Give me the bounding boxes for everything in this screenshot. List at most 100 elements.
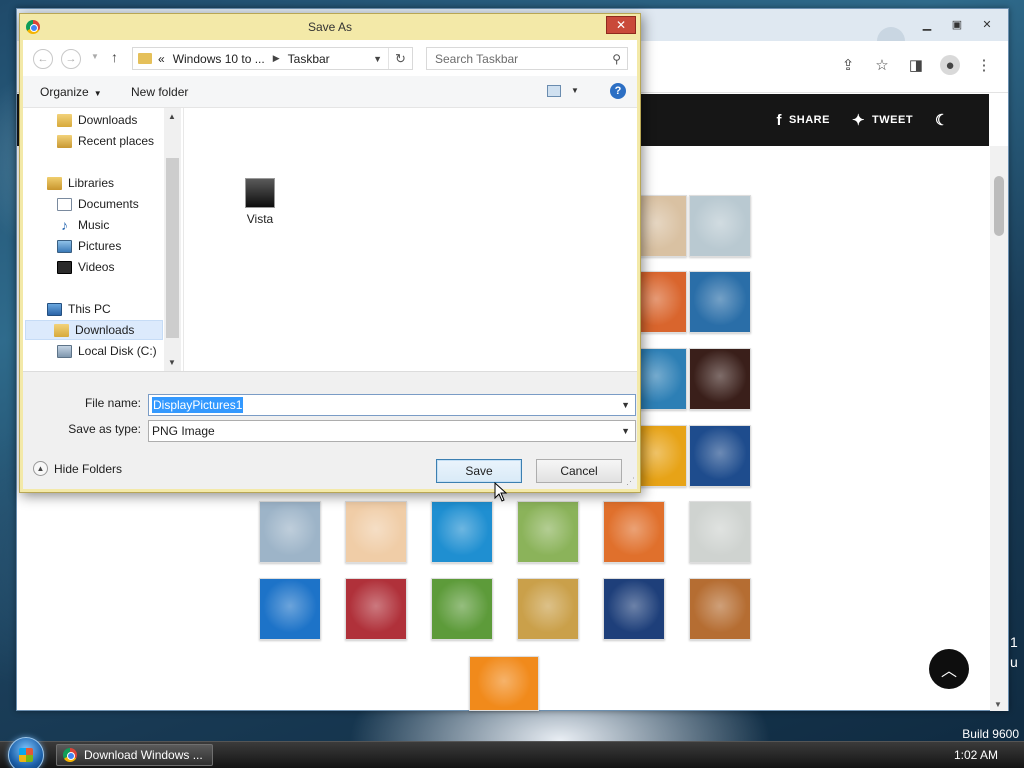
close-button[interactable]: ✕ <box>974 15 1000 33</box>
help-icon[interactable]: ? <box>610 83 626 99</box>
file-name-field[interactable]: DisplayPictures1 ▼ <box>148 394 636 416</box>
thumb-fish[interactable] <box>689 425 751 487</box>
back-to-top-button[interactable]: ︿ <box>929 649 969 689</box>
thumb-spiral[interactable] <box>517 578 579 640</box>
nav-item-this-pc[interactable]: This PC <box>43 299 111 319</box>
nav-item-downloads[interactable]: Downloads <box>53 110 137 130</box>
pc-icon <box>47 302 62 316</box>
bookmark-star-icon[interactable]: ☆ <box>872 55 892 75</box>
file-item-vista[interactable]: Vista <box>230 178 290 226</box>
file-name-label: File name: <box>84 396 141 410</box>
hide-folders-toggle[interactable]: ▲ Hide Folders <box>33 461 122 476</box>
thumb-daisy[interactable] <box>469 656 539 711</box>
thumb-balloon[interactable] <box>259 501 321 563</box>
menu-dots-icon[interactable]: ⋮ <box>974 55 994 75</box>
browser-window-controls: ▁ ▣ ✕ <box>914 15 1000 33</box>
view-dropdown-icon[interactable]: ▼ <box>571 86 579 95</box>
share-icon[interactable]: ⇪ <box>838 55 858 75</box>
minimize-button[interactable]: ▁ <box>914 15 940 33</box>
start-button[interactable] <box>8 737 44 768</box>
tweet-link-label: TWEET <box>872 114 914 126</box>
nav-item-libraries[interactable]: Libraries <box>43 173 114 193</box>
side-panel-icon[interactable]: ◨ <box>906 55 926 75</box>
search-input[interactable]: Search Taskbar <box>435 52 518 66</box>
share-link[interactable]: f SHARE <box>776 112 830 129</box>
forward-button[interactable]: → <box>61 49 81 69</box>
nav-item-documents[interactable]: Documents <box>53 194 139 214</box>
thumb-window[interactable] <box>259 578 321 640</box>
address-bar[interactable]: « Windows 10 to ... ▶ Taskbar ▼ ↻ <box>132 47 413 70</box>
file-name-value[interactable]: DisplayPictures1 <box>152 397 244 413</box>
thumb-lighthouse[interactable] <box>603 578 665 640</box>
page-scrollbar[interactable]: ▼ <box>990 146 1008 711</box>
nav-item-label: Music <box>78 218 110 232</box>
breadcrumb-segment-1[interactable]: Windows 10 to ... <box>173 52 265 66</box>
resize-grip-icon[interactable]: ⋰ <box>626 476 635 487</box>
nav-item-label: Local Disk (C:) <box>78 344 157 358</box>
thumb-suitcase[interactable] <box>689 578 751 640</box>
scroll-up-arrow-icon[interactable]: ▲ <box>168 112 176 121</box>
thumb-gyroscope[interactable] <box>689 195 751 257</box>
chrome-icon <box>26 20 40 34</box>
navigation-pane: Downloads Recent places Libraries Documents… <box>23 108 183 371</box>
folder-dl-icon <box>54 323 69 337</box>
cancel-button[interactable]: Cancel <box>536 459 622 483</box>
save-type-label: Save as type: <box>68 422 141 436</box>
thumb-butterfly[interactable] <box>431 578 493 640</box>
dialog-titlebar[interactable]: Save As ✕ <box>20 14 640 40</box>
breadcrumb-overflow[interactable]: « <box>158 52 165 66</box>
build-watermark: Build 9600 <box>962 727 1019 741</box>
dialog-body: ← → ▼ ↑ « Windows 10 to ... ▶ Taskbar ▼ … <box>23 40 637 489</box>
organize-menu[interactable]: Organize ▼ <box>40 85 102 99</box>
file-list: Vista <box>183 108 637 371</box>
lib-icon <box>47 176 62 190</box>
folder-dl-icon <box>57 113 72 127</box>
save-button[interactable]: Save <box>436 459 522 483</box>
thumb-rug[interactable] <box>345 578 407 640</box>
thumb-doll[interactable] <box>345 501 407 563</box>
refresh-icon[interactable]: ↻ <box>388 48 412 69</box>
taskbar-chrome-button[interactable]: Download Windows ... <box>56 744 213 766</box>
breadcrumb-segment-2[interactable]: Taskbar <box>288 52 330 66</box>
nav-item-downloads[interactable]: Downloads <box>25 320 163 340</box>
new-folder-button[interactable]: New folder <box>131 85 188 99</box>
thumb-crane[interactable] <box>689 348 751 410</box>
address-dropdown-icon[interactable]: ▼ <box>373 54 382 64</box>
hide-folders-label: Hide Folders <box>54 461 123 476</box>
save-type-select[interactable]: PNG Image ▼ <box>148 420 636 442</box>
recent-icon <box>57 134 72 148</box>
chevron-right-icon[interactable]: ▶ <box>273 53 280 64</box>
change-view-icon[interactable] <box>547 85 561 97</box>
nav-item-music[interactable]: ♪ Music <box>53 215 109 235</box>
nav-item-pictures[interactable]: Pictures <box>53 236 121 256</box>
file-name-dropdown-icon[interactable]: ▼ <box>621 400 630 410</box>
up-arrow-icon[interactable]: ↑ <box>111 49 118 65</box>
thumb-stripes[interactable] <box>603 501 665 563</box>
maximize-button[interactable]: ▣ <box>944 15 970 33</box>
tweet-link[interactable]: ✦ TWEET <box>852 111 913 129</box>
nav-item-local-disk-c[interactable]: Local Disk (C:) <box>53 341 157 361</box>
page-scrollbar-thumb[interactable] <box>994 176 1004 236</box>
dialog-close-button[interactable]: ✕ <box>606 16 636 34</box>
nav-scrollbar-thumb[interactable] <box>166 158 179 338</box>
command-bar: Organize ▼ New folder ▼ ? <box>23 76 637 108</box>
nav-pane-scrollbar[interactable]: ▲ ▼ <box>164 108 181 371</box>
scroll-down-arrow-icon[interactable]: ▼ <box>168 358 176 367</box>
nav-item-label: Downloads <box>78 113 138 127</box>
back-button[interactable]: ← <box>33 49 53 69</box>
dark-mode-moon-icon[interactable]: ☾ <box>935 111 949 129</box>
recent-locations-dropdown-icon[interactable]: ▼ <box>91 52 99 61</box>
search-box[interactable]: Search Taskbar ⚲ <box>426 47 628 70</box>
save-type-dropdown-icon[interactable]: ▼ <box>621 426 630 436</box>
nav-item-recent-places[interactable]: Recent places <box>53 131 154 151</box>
thumb-marbles[interactable] <box>689 501 751 563</box>
thumb-soccer[interactable] <box>517 501 579 563</box>
scroll-down-arrow-icon[interactable]: ▼ <box>994 700 1002 709</box>
nav-item-label: Videos <box>78 260 115 274</box>
thumb-leaf[interactable] <box>689 271 751 333</box>
profile-avatar-icon[interactable]: ● <box>940 55 960 75</box>
clock[interactable]: 1:02 AM <box>954 748 998 762</box>
nav-item-videos[interactable]: Videos <box>53 257 114 277</box>
thumb-sailboat[interactable] <box>431 501 493 563</box>
chevron-up-icon: ︿ <box>940 663 957 680</box>
